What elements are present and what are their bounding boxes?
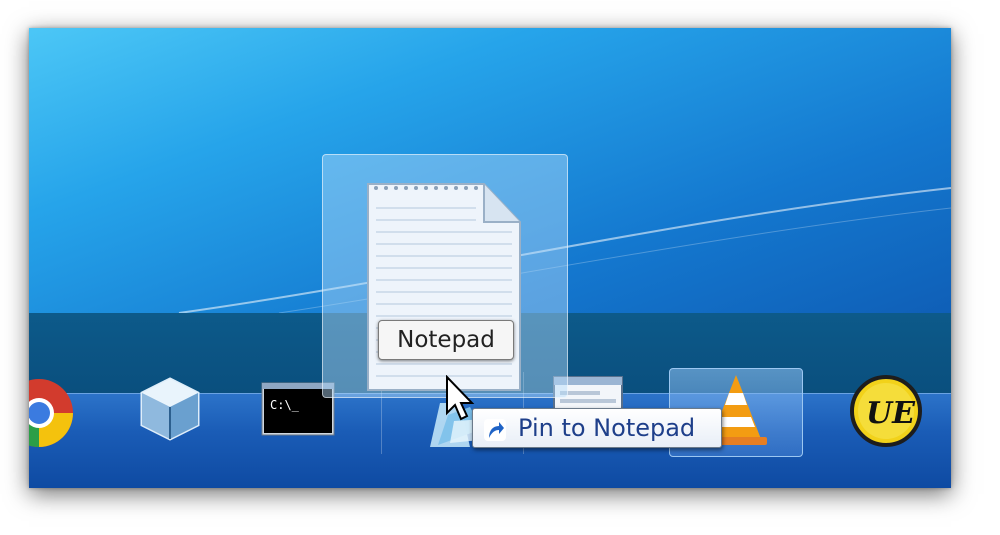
mouse-cursor-icon bbox=[446, 375, 475, 421]
pin-arrow-icon bbox=[484, 419, 506, 441]
taskbar-button-virtualbox[interactable] bbox=[110, 367, 230, 459]
pin-tooltip: Pin to Notepad bbox=[472, 408, 722, 448]
virtualbox-icon bbox=[140, 377, 200, 441]
taskbar-button-ultraedit[interactable]: UE bbox=[830, 367, 951, 459]
notepad-icon bbox=[367, 183, 521, 391]
chrome-icon bbox=[5, 379, 73, 447]
pin-tooltip-text: Pin to Notepad bbox=[518, 414, 696, 442]
svg-text:C:\_: C:\_ bbox=[270, 398, 300, 412]
taskbar-button-chrome[interactable] bbox=[5, 367, 109, 459]
drag-label: Notepad bbox=[378, 320, 514, 360]
ultraedit-icon: UE bbox=[850, 375, 922, 447]
svg-text:UE: UE bbox=[866, 396, 916, 431]
